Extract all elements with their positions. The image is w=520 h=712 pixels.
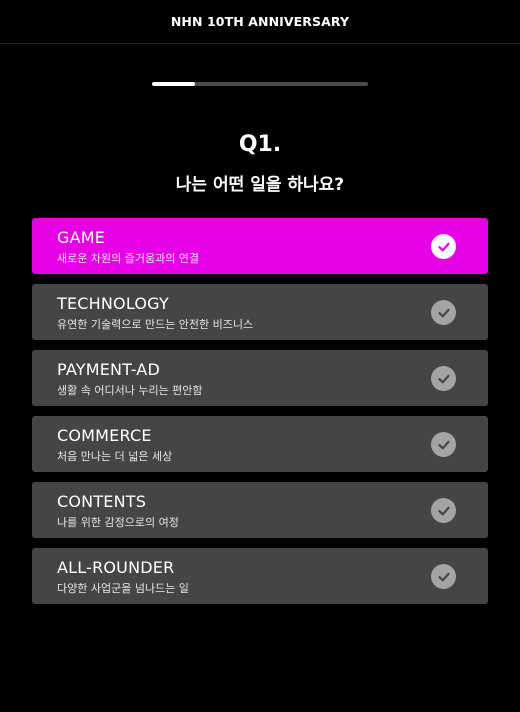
option-all-rounder[interactable]: ALL-ROUNDER 다양한 사업군을 넘나드는 일 <box>32 548 488 604</box>
option-title: ALL-ROUNDER <box>57 558 175 577</box>
header-title: NHN 10TH ANNIVERSARY <box>170 14 350 29</box>
option-technology[interactable]: TECHNOLOGY 유연한 기술력으로 만드는 안전한 비즈니스 <box>32 284 488 340</box>
check-icon <box>431 300 456 325</box>
option-commerce[interactable]: COMMERCE 처음 만나는 더 넓은 세상 <box>32 416 488 472</box>
check-icon <box>431 498 456 523</box>
option-subtitle: 나를 위한 감정으로의 여정 <box>57 516 179 529</box>
question-text: 나는 어떤 일을 하나요? <box>175 175 345 195</box>
header: NHN 10TH ANNIVERSARY <box>0 0 520 44</box>
option-title: PAYMENT-AD <box>57 360 160 379</box>
check-icon <box>431 234 456 259</box>
option-title: CONTENTS <box>57 492 147 511</box>
option-game[interactable]: GAME 새로운 차원의 즐거움과의 연결 <box>32 218 488 274</box>
option-payment-ad[interactable]: PAYMENT-AD 생활 속 어디서나 누리는 편안함 <box>32 350 488 406</box>
question-number: Q1. <box>238 132 282 157</box>
option-subtitle: 새로운 차원의 즐거움과의 연결 <box>57 252 200 265</box>
option-contents[interactable]: CONTENTS 나를 위한 감정으로의 여정 <box>32 482 488 538</box>
option-subtitle: 처음 만나는 더 넓은 세상 <box>57 450 173 463</box>
check-icon <box>431 366 456 391</box>
options-list: GAME 새로운 차원의 즐거움과의 연결 TECHNOLOGY 유연한 기술력… <box>32 218 488 614</box>
option-title: TECHNOLOGY <box>57 294 169 313</box>
option-title: GAME <box>57 228 106 247</box>
check-icon <box>431 432 456 457</box>
progress-fill <box>152 82 196 86</box>
option-subtitle: 생활 속 어디서나 누리는 편안함 <box>57 384 203 397</box>
check-icon <box>431 564 456 589</box>
option-subtitle: 유연한 기술력으로 만드는 안전한 비즈니스 <box>57 318 254 331</box>
option-subtitle: 다양한 사업군을 넘나드는 일 <box>57 582 189 595</box>
option-title: COMMERCE <box>57 426 152 445</box>
progress-bar <box>152 82 368 86</box>
